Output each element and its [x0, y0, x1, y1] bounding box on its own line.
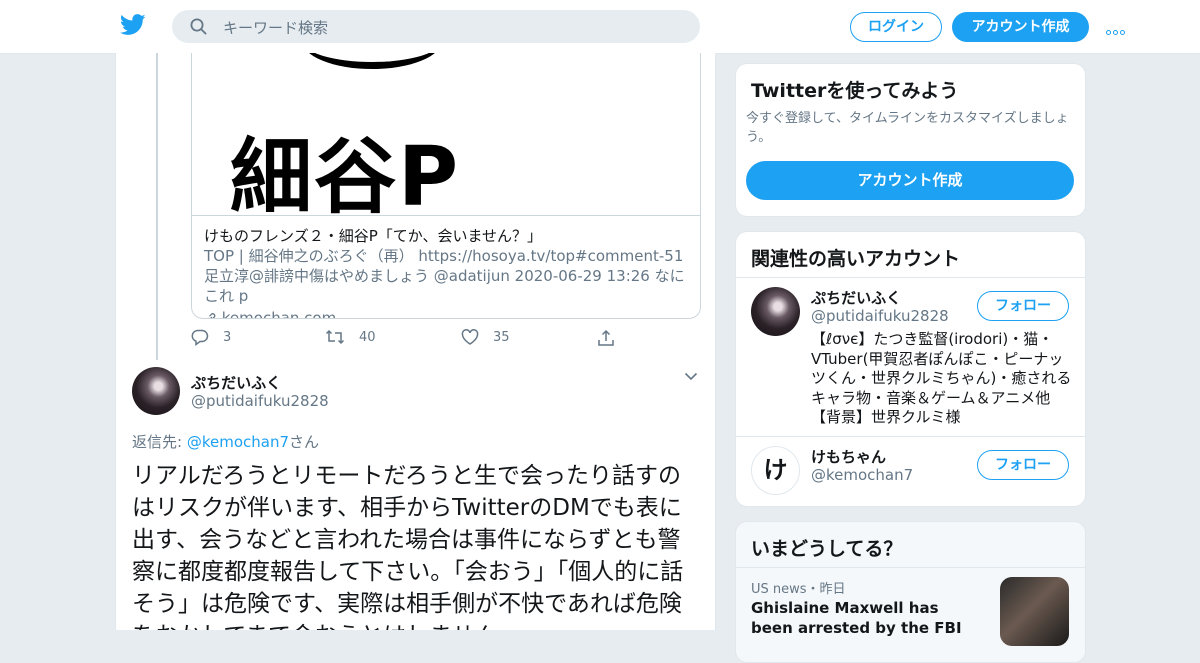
search-icon: [190, 18, 207, 35]
share-action[interactable]: [597, 329, 615, 347]
reply-context: 返信先: @kemochan7さん: [132, 431, 319, 452]
avatar[interactable]: [751, 287, 800, 336]
related-accounts-panel: 関連性の高いアカウント ぷちだいふく @putidaifuku2828 フォロー…: [735, 231, 1086, 507]
chevron-down-icon[interactable]: [684, 372, 698, 381]
signup-panel-subtitle: 今すぐ登録して、タイムラインをカスタマイズしましょう。: [746, 111, 1069, 145]
link-card[interactable]: 細谷P けものフレンズ２・細谷P「てか、会いません？」 TOP | 細谷伸之のぶ…: [191, 53, 701, 319]
signup-panel: Twitterを使ってみよう 今すぐ登録して、タイムラインをカスタマイズしましょ…: [735, 63, 1086, 217]
avatar[interactable]: [132, 367, 180, 415]
like-count: 35: [493, 329, 510, 345]
trends-panel: いまどうしてる？ US news・昨日 Ghislaine Maxwell ha…: [735, 521, 1086, 663]
twitter-logo-icon[interactable]: [120, 14, 146, 36]
top-bar: キーワード検索 ログイン アカウント作成: [0, 0, 1200, 54]
account-handle[interactable]: @kemochan7: [811, 466, 913, 484]
account-bio: 【ℓσνє】たつき監督(irodori)・猫・VTuber(甲賀忍者ぽんぽこ・ピ…: [811, 330, 1072, 426]
timeline-column: 細谷P けものフレンズ２・細谷P「てか、会いません？」 TOP | 細谷伸之のぶ…: [115, 53, 716, 630]
account-name[interactable]: ぷちだいふく: [811, 287, 901, 308]
card-title: けものフレンズ２・細谷P「てか、会いません？」: [204, 227, 542, 245]
search-bar[interactable]: キーワード検索: [172, 10, 700, 43]
like-action[interactable]: 35: [461, 329, 510, 345]
retweet-count: 40: [359, 329, 376, 345]
card-image-text: 細谷P: [230, 130, 461, 216]
avatar[interactable]: け: [751, 446, 800, 495]
reply-action[interactable]: 3: [191, 329, 231, 346]
thread-line: [156, 53, 158, 360]
signup-panel-title: Twitterを使ってみよう: [751, 80, 959, 102]
card-image: 細谷P: [192, 53, 700, 216]
search-input[interactable]: キーワード検索: [223, 17, 328, 38]
card-domain: kemochan.com: [221, 309, 337, 319]
create-account-button[interactable]: アカウント作成: [746, 161, 1074, 200]
reply-count: 3: [223, 330, 232, 345]
account-handle[interactable]: @putidaifuku2828: [811, 307, 949, 325]
reply-icon: [191, 329, 209, 346]
retweet-icon: [325, 329, 345, 345]
trends-title: いまどうしてる？: [751, 538, 903, 560]
tweet-actions: 3 40 35: [191, 329, 691, 349]
reply-suffix: さん: [289, 433, 320, 451]
related-accounts-title: 関連性の高いアカウント: [751, 248, 961, 270]
more-icon[interactable]: [1106, 20, 1132, 35]
user-handle[interactable]: @putidaifuku2828: [191, 392, 329, 410]
account-name[interactable]: けもちゃん: [811, 446, 886, 467]
reply-prefix: 返信先:: [132, 433, 187, 451]
news-thumbnail[interactable]: [1000, 577, 1069, 646]
retweet-action[interactable]: 40: [325, 329, 376, 345]
display-name[interactable]: ぷちだいふく: [191, 372, 281, 393]
follow-button[interactable]: フォロー: [977, 450, 1069, 480]
news-meta: US news・昨日: [751, 582, 846, 597]
link-icon: [207, 313, 216, 318]
reply-mention-link[interactable]: @kemochan7: [187, 433, 289, 451]
news-headline[interactable]: Ghislaine Maxwell has been arrested by t…: [751, 598, 981, 638]
signup-button[interactable]: アカウント作成: [952, 12, 1089, 42]
share-icon: [598, 329, 614, 346]
tweet-text: リアルだろうとリモートだろうと生で会ったり話すのはリスクが伴います、相手からTw…: [132, 463, 684, 630]
login-button[interactable]: ログイン: [850, 12, 942, 42]
card-domain-row: kemochan.com: [204, 308, 688, 319]
heart-icon: [461, 329, 479, 345]
follow-button[interactable]: フォロー: [977, 291, 1069, 321]
card-description: TOP | 細谷伸之のぶろぐ（再） https://hosoya.tv/top#…: [204, 247, 685, 305]
